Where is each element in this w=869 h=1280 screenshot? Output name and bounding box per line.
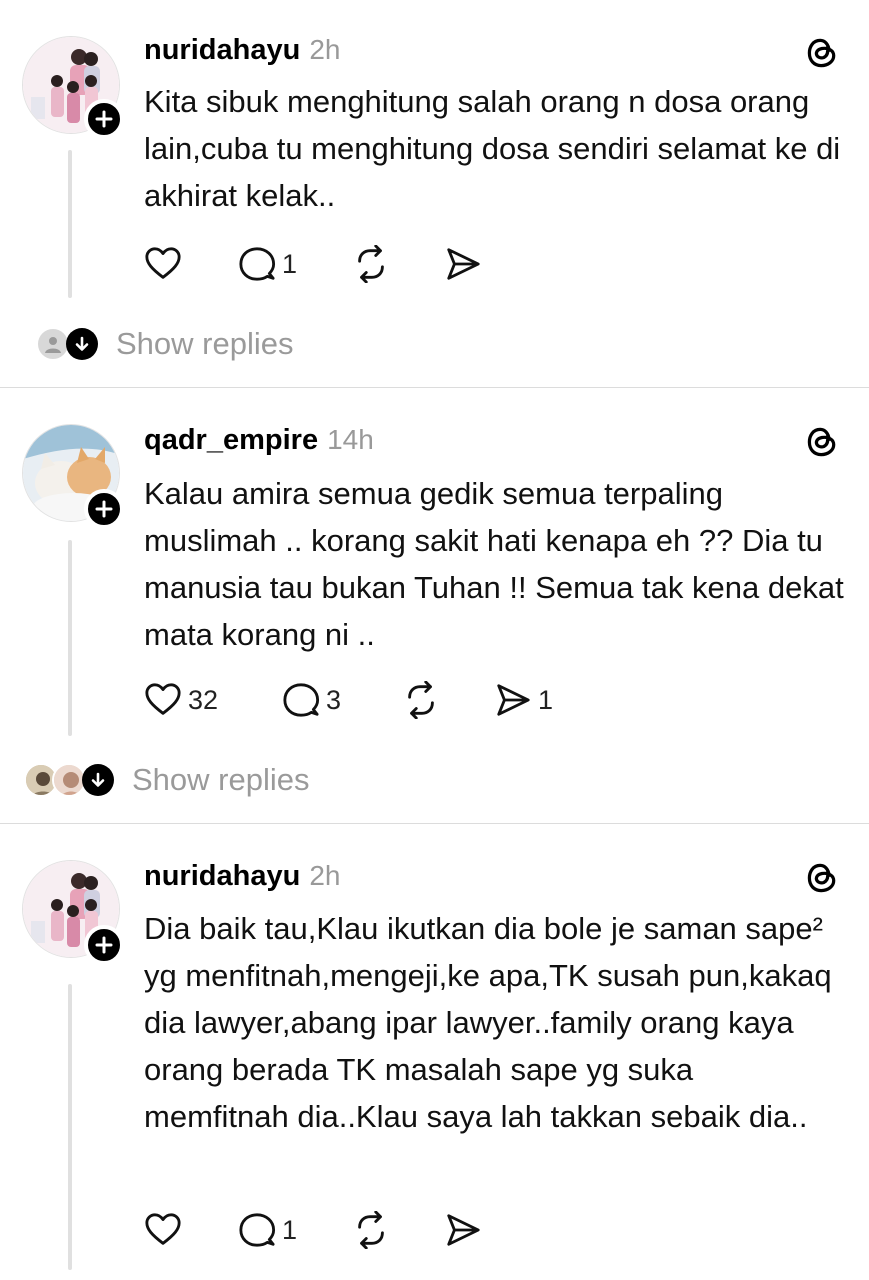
share-button[interactable] [444,1210,482,1250]
threads-logo-icon[interactable] [804,35,840,71]
heart-icon [144,681,182,719]
follow-button[interactable] [84,925,124,965]
comment-count: 1 [282,248,298,279]
like-count: 32 [188,684,219,715]
comment-button[interactable]: 1 [238,1210,297,1250]
plus-icon [95,500,113,518]
show-replies-link[interactable]: Show replies [116,326,293,362]
comment-count: 3 [326,684,342,715]
follow-button[interactable] [84,489,124,529]
arrow-down-icon [75,336,89,351]
plus-icon [95,936,113,954]
post-header: qadr_empire 14h [144,424,374,457]
thread-line [68,150,72,298]
follow-button[interactable] [84,99,124,139]
post-text: Kalau amira semua gedik semua terpaling … [144,476,844,652]
timestamp: 2h [309,34,341,65]
share-button[interactable] [444,244,482,284]
show-replies-row[interactable]: Show replies [24,762,309,798]
divider [0,387,869,388]
heart-icon [144,245,182,283]
comment-icon [238,1211,276,1249]
repost-button[interactable] [352,1210,390,1250]
show-replies-row[interactable]: Show replies [36,326,293,362]
send-icon [494,681,532,719]
threads-logo-icon[interactable] [804,424,840,460]
comment-button[interactable]: 3 [282,680,341,720]
timestamp: 14h [327,424,374,455]
repost-icon [352,1211,390,1249]
arrow-down-icon [91,772,105,787]
expand-replies-button[interactable] [66,328,98,360]
send-icon [444,245,482,283]
thread-line [68,540,72,736]
share-count: 1 [538,684,554,715]
show-replies-link[interactable]: Show replies [132,762,309,798]
repost-button[interactable] [352,244,390,284]
repost-button[interactable] [402,680,440,720]
post-text: Dia baik tau,Klau ikutkan dia bole je sa… [144,911,832,1134]
username[interactable]: nuridahayu [144,34,300,67]
share-button[interactable]: 1 [494,680,553,720]
comment-icon [238,245,276,283]
timestamp: 2h [309,860,341,891]
plus-icon [95,110,113,128]
like-button[interactable] [144,244,182,284]
expand-replies-button[interactable] [82,764,114,796]
username[interactable]: qadr_empire [144,424,318,457]
like-button[interactable] [144,1210,182,1250]
heart-icon [144,1211,182,1249]
comment-button[interactable]: 1 [238,244,297,284]
repost-icon [352,245,390,283]
comment-count: 1 [282,1214,298,1245]
like-button[interactable]: 32 [144,680,218,720]
divider [0,823,869,824]
post-text: Kita sibuk menghitung salah orang n dosa… [144,84,841,213]
repost-icon [402,681,440,719]
post-header: nuridahayu 2h [144,34,340,67]
thread-line [68,984,72,1270]
send-icon [444,1211,482,1249]
username[interactable]: nuridahayu [144,860,300,893]
post-header: nuridahayu 2h [144,860,340,893]
reply-avatar [52,763,86,797]
reply-avatar [36,327,70,361]
user-placeholder-icon [45,337,61,353]
comment-icon [282,681,320,719]
threads-logo-icon[interactable] [804,860,840,896]
